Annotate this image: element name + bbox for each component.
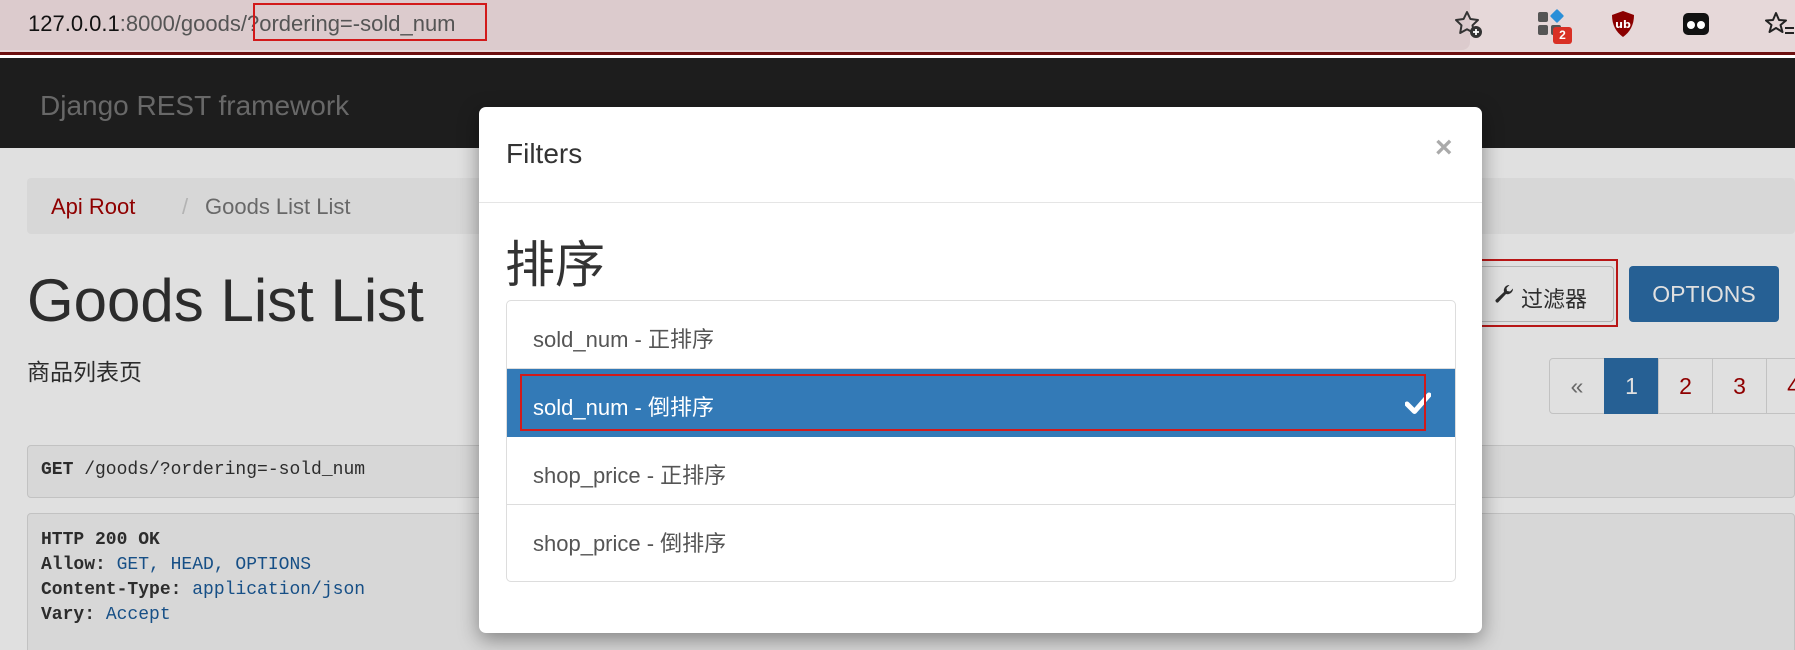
filters-modal: Filters × 排序 sold_num - 正排序 sold_num - 倒… — [479, 107, 1482, 633]
ublock-icon[interactable]: ub — [1607, 8, 1639, 40]
ordering-list: sold_num - 正排序 sold_num - 倒排序 shop_price… — [506, 300, 1456, 582]
ordering-option-label: shop_price - 倒排序 — [533, 531, 727, 556]
ordering-option-sold-num-desc[interactable]: sold_num - 倒排序 — [507, 369, 1455, 437]
ordering-heading: 排序 — [505, 237, 605, 293]
ordering-option-sold-num-asc[interactable]: sold_num - 正排序 — [507, 301, 1455, 369]
ordering-option-label: shop_price - 正排序 — [533, 463, 727, 488]
selected-option-highlight — [520, 374, 1426, 431]
svg-text:ub: ub — [1615, 18, 1631, 31]
url-host: 127.0.0.1 — [28, 11, 120, 36]
ordering-option-label: sold_num - 正排序 — [533, 327, 714, 352]
glasses-icon[interactable] — [1680, 8, 1712, 40]
address-bar[interactable]: ) 127.0.0.1:8000/goods/?ordering=-sold_n… — [0, 0, 1482, 50]
close-icon[interactable]: × — [1435, 131, 1453, 165]
modal-title: Filters — [506, 138, 583, 169]
ordering-option-shop-price-asc[interactable]: shop_price - 正排序 — [507, 437, 1455, 505]
url-path: :8000/goods/ — [119, 11, 247, 36]
modal-header: Filters × — [479, 107, 1482, 203]
url-query-highlight — [253, 3, 487, 41]
star-add-icon[interactable] — [1452, 8, 1484, 40]
favorites-icon[interactable] — [1763, 8, 1795, 40]
address-bar-edge-glyph: ) — [0, 11, 1, 37]
browser-toolbar: ) 127.0.0.1:8000/goods/?ordering=-sold_n… — [0, 0, 1795, 55]
extension-badge: 2 — [1553, 27, 1572, 44]
ordering-option-shop-price-desc[interactable]: shop_price - 倒排序 — [507, 505, 1455, 573]
